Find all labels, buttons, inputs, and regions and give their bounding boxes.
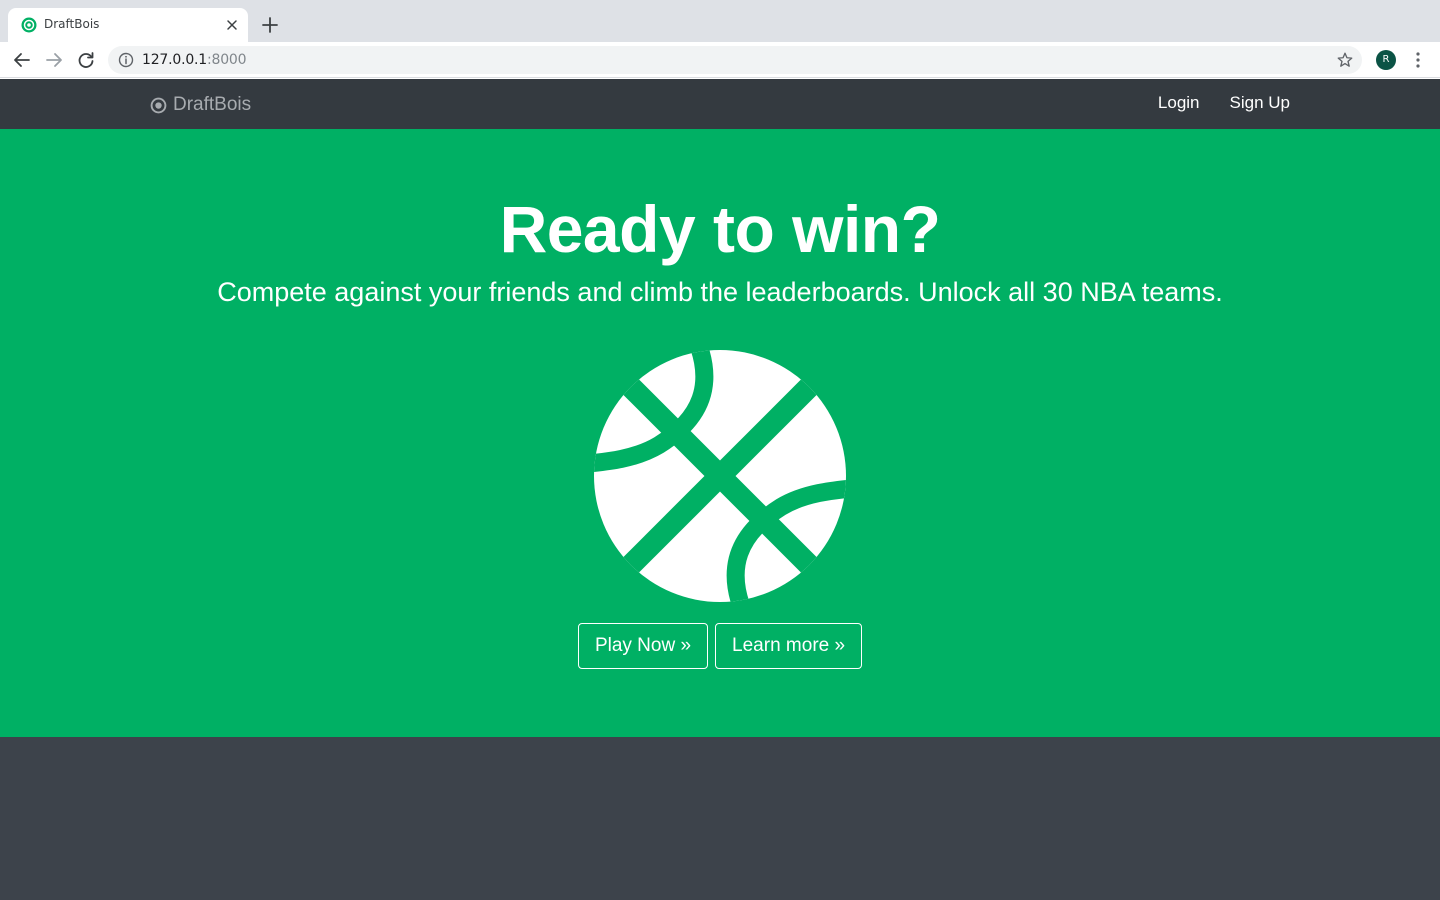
hero-jumbotron: Ready to win? Compete against your frien…: [0, 129, 1440, 737]
url-text: 127.0.0.1:8000: [142, 52, 247, 68]
learn-more-button[interactable]: Learn more »: [715, 623, 863, 669]
url-port: :8000: [207, 52, 247, 68]
basketball-icon: [594, 350, 846, 602]
tab-title: DraftBois: [44, 17, 100, 31]
info-icon[interactable]: [118, 52, 134, 68]
reload-icon[interactable]: [76, 50, 96, 70]
profile-avatar[interactable]: R: [1376, 50, 1396, 70]
brand-name: DraftBois: [173, 94, 252, 115]
hero-subtitle: Compete against your friends and climb t…: [217, 277, 1223, 307]
browser-toolbar: 127.0.0.1:8000 R: [0, 42, 1440, 78]
close-icon[interactable]: [224, 17, 240, 33]
browser-tab-strip: DraftBois: [0, 0, 1440, 42]
footer-section: [0, 737, 1440, 900]
login-link[interactable]: Login: [1158, 93, 1200, 113]
back-arrow-icon[interactable]: [12, 50, 32, 70]
url-host: 127.0.0.1: [142, 52, 207, 68]
site-navbar: DraftBois Login Sign Up: [0, 79, 1440, 129]
favicon-icon: [21, 17, 37, 33]
hero-buttons: Play Now » Learn more »: [0, 623, 1440, 669]
hero-title: Ready to win?: [499, 192, 941, 266]
signup-link[interactable]: Sign Up: [1230, 93, 1290, 113]
star-icon[interactable]: [1336, 51, 1354, 69]
dot-circle-icon: [150, 97, 167, 113]
play-now-button[interactable]: Play Now »: [577, 623, 709, 669]
brand-link[interactable]: DraftBois: [150, 93, 251, 117]
new-tab-icon[interactable]: [260, 15, 280, 35]
address-bar[interactable]: 127.0.0.1:8000: [108, 46, 1362, 74]
nav-links: Login Sign Up: [1158, 93, 1290, 113]
browser-tab[interactable]: DraftBois: [8, 8, 248, 42]
more-vert-icon[interactable]: [1410, 50, 1426, 70]
forward-arrow-icon[interactable]: [44, 50, 64, 70]
